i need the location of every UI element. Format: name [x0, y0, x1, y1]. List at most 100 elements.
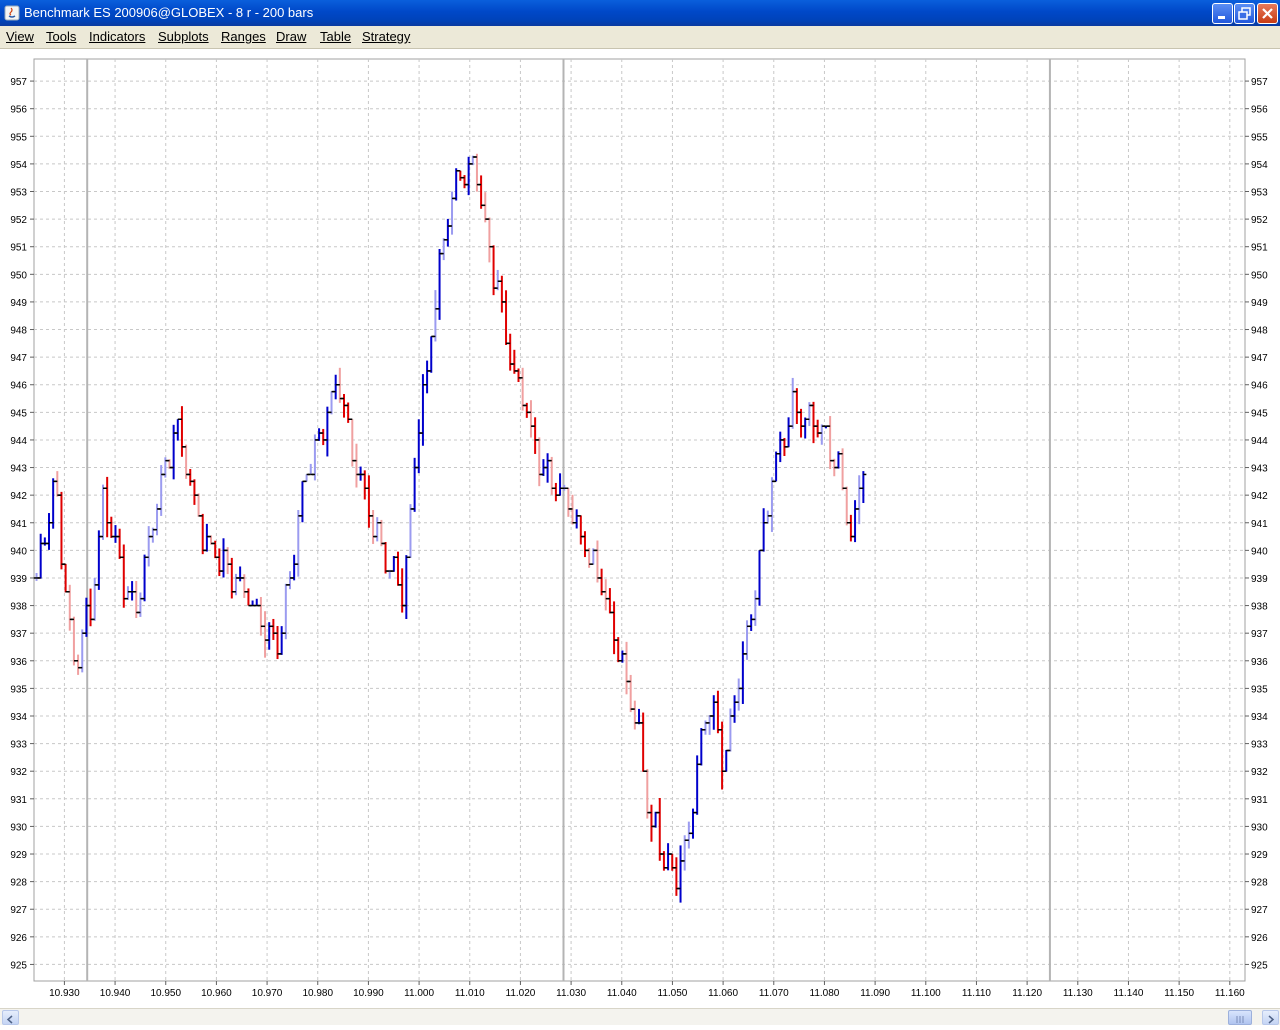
y-tick-label: 925	[1251, 960, 1268, 971]
x-tick-label: 11.070	[759, 988, 789, 999]
y-tick-label: 933	[1251, 740, 1268, 751]
y-tick-label: 939	[1251, 574, 1268, 585]
y-tick-label: 956	[10, 105, 27, 116]
y-tick-label: 934	[1251, 712, 1268, 723]
y-tick-label: 945	[10, 408, 27, 419]
title-bar: Benchmark ES 200906@GLOBEX - 8 r - 200 b…	[0, 0, 1280, 26]
y-axis-right: 925 926 927 928 929 930 931 932 933 934 935 936 937 9…	[1245, 77, 1268, 971]
restore-icon	[1238, 7, 1251, 20]
menu-strategy[interactable]: Strategy	[362, 29, 410, 44]
y-tick-label: 931	[10, 795, 27, 806]
scroll-left-button[interactable]	[2, 1010, 19, 1025]
x-tick-label: 10.940	[100, 988, 131, 999]
grip-icon	[1236, 1016, 1244, 1023]
y-tick-label: 940	[1251, 546, 1268, 557]
y-tick-label: 934	[10, 712, 27, 723]
y-tick-label: 952	[10, 215, 27, 226]
y-tick-label: 944	[10, 436, 27, 447]
y-tick-label: 955	[10, 132, 27, 143]
y-tick-label: 943	[1251, 464, 1268, 475]
y-tick-label: 942	[1251, 491, 1268, 502]
y-tick-label: 937	[10, 629, 27, 640]
x-tick-label: 11.060	[708, 988, 738, 999]
x-tick-label: 11.110	[962, 988, 992, 999]
y-tick-label: 941	[10, 519, 27, 530]
minimize-button[interactable]	[1212, 3, 1233, 24]
y-tick-label: 951	[1251, 243, 1268, 254]
menu-ranges[interactable]: Ranges	[221, 29, 266, 44]
window-title: Benchmark ES 200906@GLOBEX - 8 r - 200 b…	[24, 5, 314, 20]
x-axis: 10.930 10.940 10.950 10.960 10.970 10.980 10.9…	[49, 981, 1245, 999]
y-tick-label: 931	[1251, 795, 1268, 806]
y-tick-label: 943	[10, 464, 27, 475]
y-tick-label: 936	[10, 657, 27, 668]
y-tick-label: 927	[1251, 905, 1268, 916]
x-tick-label: 10.950	[150, 988, 181, 999]
scroll-thumb[interactable]	[1228, 1010, 1252, 1025]
x-tick-label: 11.090	[860, 988, 890, 999]
y-tick-label: 928	[1251, 878, 1268, 889]
scroll-left-icon	[6, 1015, 13, 1024]
x-tick-label: 11.080	[810, 988, 840, 999]
y-tick-label: 932	[1251, 767, 1268, 778]
y-tick-label: 938	[1251, 602, 1268, 613]
y-tick-label: 941	[1251, 519, 1268, 530]
y-tick-label: 947	[1251, 353, 1268, 364]
scroll-right-button[interactable]	[1262, 1010, 1279, 1025]
x-tick-label: 10.930	[49, 988, 80, 999]
y-tick-label: 949	[1251, 298, 1268, 309]
x-tick-label: 10.980	[302, 988, 333, 999]
java-app-icon	[4, 5, 20, 21]
y-tick-label: 936	[1251, 657, 1268, 668]
plot-frame	[33, 58, 1246, 982]
x-tick-label: 11.130	[1063, 988, 1093, 999]
y-tick-label: 937	[1251, 629, 1268, 640]
y-tick-label: 928	[10, 878, 27, 889]
chart-area[interactable]: 925 926 927 928 929 930 931 932 933 934 935 936 937 9…	[0, 49, 1280, 1014]
menu-draw[interactable]: Draw	[276, 29, 306, 44]
minimize-icon	[1218, 16, 1225, 19]
y-tick-label: 947	[10, 353, 27, 364]
menu-bar: View Tools Indicators Subplots Ranges Dr…	[0, 26, 1280, 49]
price-chart[interactable]: 925 926 927 928 929 930 931 932 933 934 935 936 937 9…	[0, 49, 1280, 1008]
menu-table[interactable]: Table	[320, 29, 351, 44]
x-tick-label: 11.150	[1164, 988, 1194, 999]
y-tick-label: 930	[1251, 822, 1268, 833]
menu-tools[interactable]: Tools	[46, 29, 76, 44]
horizontal-scrollbar[interactable]	[0, 1008, 1280, 1025]
menu-indicators[interactable]: Indicators	[89, 29, 145, 44]
menu-subplots[interactable]: Subplots	[158, 29, 209, 44]
close-button[interactable]	[1257, 3, 1278, 24]
y-tick-label: 927	[10, 905, 27, 916]
x-tick-label: 11.040	[607, 988, 637, 999]
y-tick-label: 955	[1251, 132, 1268, 143]
y-tick-label: 929	[10, 850, 27, 861]
y-tick-label: 932	[10, 767, 27, 778]
y-axis-left: 925 926 927 928 929 930 931 932 933 934 935 936 937 9…	[10, 77, 34, 971]
y-tick-label: 956	[1251, 105, 1268, 116]
x-tick-label: 11.100	[911, 988, 941, 999]
menu-view[interactable]: View	[6, 29, 34, 44]
y-tick-label: 930	[10, 822, 27, 833]
y-tick-label: 957	[10, 77, 27, 88]
maximize-button[interactable]	[1234, 3, 1255, 24]
y-tick-label: 942	[10, 491, 27, 502]
x-tick-label: 11.020	[506, 988, 536, 999]
x-tick-label: 11.030	[556, 988, 586, 999]
x-tick-label: 10.960	[201, 988, 232, 999]
y-tick-label: 938	[10, 602, 27, 613]
y-tick-label: 948	[10, 326, 27, 337]
y-tick-label: 953	[1251, 188, 1268, 199]
scroll-right-icon	[1268, 1015, 1275, 1024]
x-tick-label: 11.010	[455, 988, 485, 999]
close-icon	[1262, 8, 1273, 19]
y-tick-label: 940	[10, 546, 27, 557]
x-tick-label: 11.120	[1012, 988, 1042, 999]
y-tick-label: 935	[1251, 684, 1268, 695]
y-tick-label: 949	[10, 298, 27, 309]
x-tick-label: 11.000	[404, 988, 434, 999]
y-tick-label: 952	[1251, 215, 1268, 226]
y-tick-label: 951	[10, 243, 27, 254]
y-tick-label: 950	[1251, 270, 1268, 281]
y-tick-label: 948	[1251, 326, 1268, 337]
